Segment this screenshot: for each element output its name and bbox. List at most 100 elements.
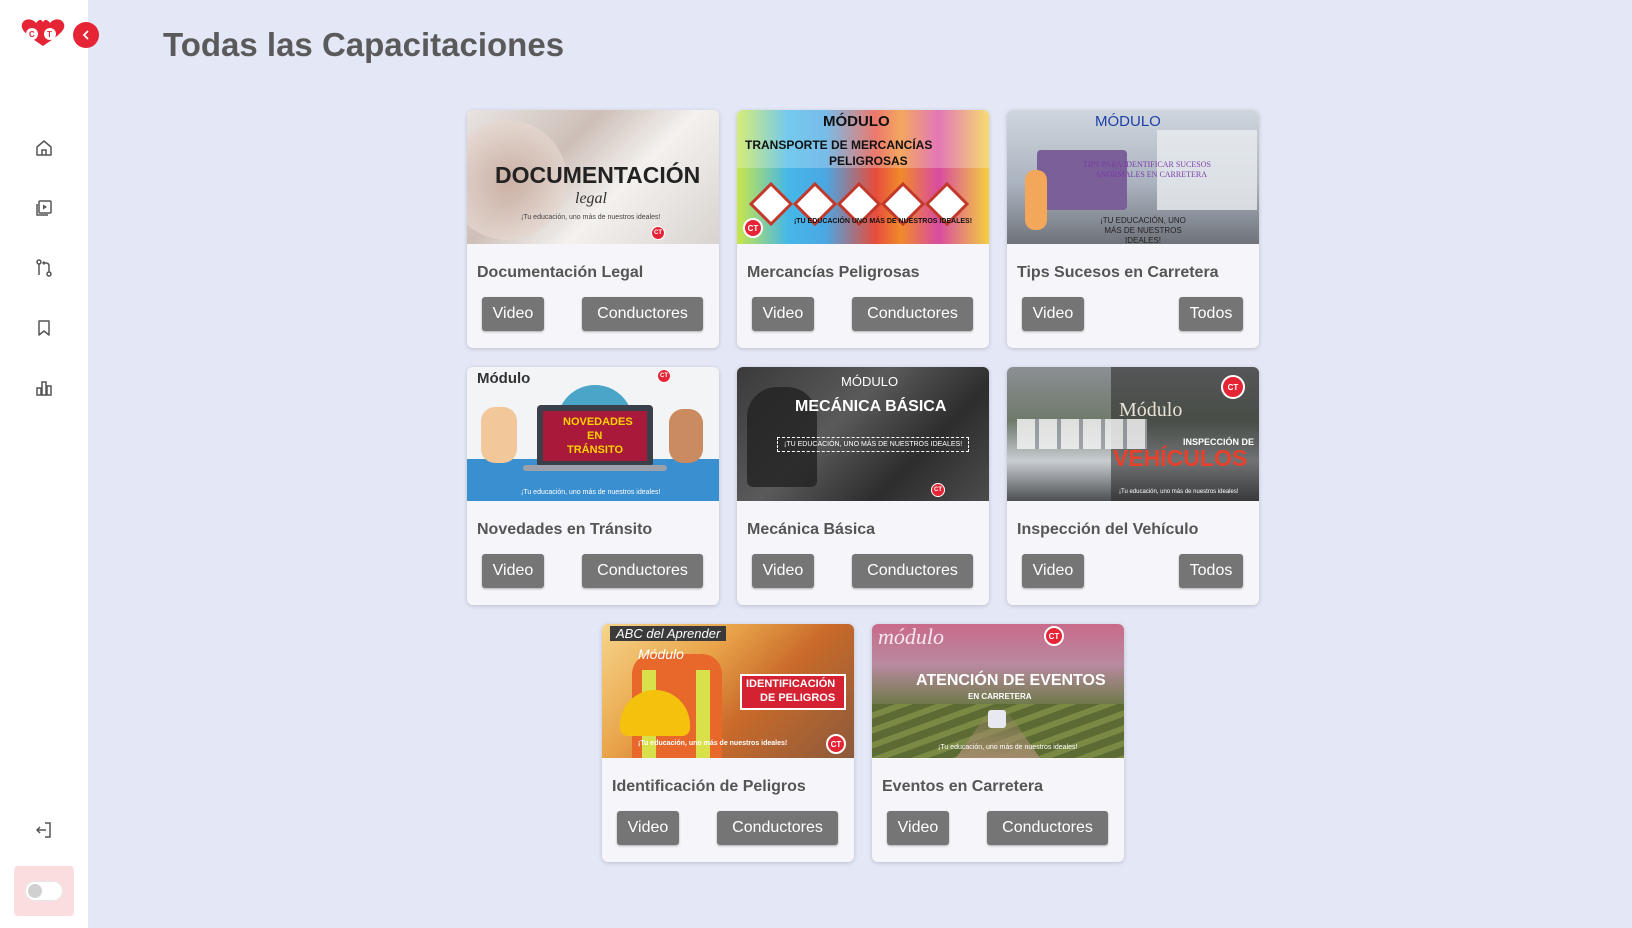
thumb-heading: Módulo — [477, 370, 531, 387]
git-compare-icon — [36, 259, 52, 277]
course-card[interactable]: módulo ATENCIÓN DE EVENTOS EN CARRETERA … — [872, 624, 1124, 862]
thumb-subheading: ANORMALES EN CARRETERA — [1095, 170, 1208, 179]
audience-button[interactable]: Conductores — [987, 811, 1108, 845]
ct-logo-icon: CT — [931, 483, 945, 497]
audience-button[interactable]: Conductores — [852, 554, 973, 588]
logout-button[interactable] — [34, 820, 54, 840]
card-title: Eventos en Carretera — [882, 778, 1043, 795]
thumb-subheading: TIPS PARA IDENTIFICAR SUCESOS — [1083, 160, 1211, 169]
thumb-subheading: legal — [575, 190, 607, 207]
thumb-subheading: ATENCIÓN DE EVENTOS — [916, 672, 1106, 689]
course-thumbnail[interactable]: DOCUMENTACIÓN legal ¡Tu educación, uno m… — [467, 110, 719, 244]
video-button[interactable]: Video — [1022, 297, 1084, 331]
card-title: Mecánica Básica — [747, 521, 876, 538]
thumb-heading: Módulo — [1119, 399, 1183, 421]
video-library-icon — [36, 200, 52, 216]
thumb-footer: ¡TU EDUCACIÓN UNO MÁS DE NUESTROS IDEALE… — [793, 218, 973, 225]
svg-text:C: C — [29, 30, 35, 39]
logout-icon — [35, 822, 51, 838]
thumb-subheading: VEHÍCULOS — [1113, 445, 1248, 471]
thumb-subheading: MECÁNICA BÁSICA — [795, 398, 947, 415]
thumb-subheading: Módulo — [638, 646, 684, 662]
video-button[interactable]: Video — [752, 297, 814, 331]
course-card[interactable]: MÓDULO TIPS PARA IDENTIFICAR SUCESOS ANO… — [1007, 110, 1259, 348]
ct-logo-icon: CT — [651, 226, 665, 240]
video-button[interactable]: Video — [482, 554, 544, 588]
course-thumbnail[interactable]: Módulo INSPECCIÓN DE VEHÍCULOS ¡Tu educa… — [1007, 367, 1259, 501]
thumb-subheading: TRÁNSITO — [567, 444, 624, 456]
card-title: Documentación Legal — [477, 264, 644, 281]
thumb-footer: ¡Tu educación, uno más de nuestros ideal… — [521, 489, 661, 496]
thumb-heading: MÓDULO — [1095, 113, 1161, 130]
sidebar-item-saved[interactable] — [0, 298, 88, 358]
bar-chart-icon — [36, 381, 52, 396]
audience-button[interactable]: Conductores — [717, 811, 838, 845]
audience-button[interactable]: Todos — [1179, 297, 1243, 331]
course-thumbnail[interactable]: módulo ATENCIÓN DE EVENTOS EN CARRETERA … — [872, 624, 1124, 758]
course-card[interactable]: ABC del Aprender Módulo IDENTIFICACIÓN D… — [602, 624, 854, 862]
sidebar-item-home[interactable] — [0, 118, 88, 178]
thumb-footer: ¡Tu educación, uno más de nuestros ideal… — [938, 744, 1078, 751]
course-card[interactable]: Módulo INSPECCIÓN DE VEHÍCULOS ¡Tu educa… — [1007, 367, 1259, 605]
audience-button[interactable]: Conductores — [582, 554, 703, 588]
thumb-heading: módulo — [878, 624, 944, 649]
page-title: Todas las Capacitaciones — [163, 26, 565, 63]
course-card[interactable]: DOCUMENTACIÓN legal ¡Tu educación, uno m… — [467, 110, 719, 348]
collapse-sidebar-button[interactable] — [73, 22, 99, 48]
ct-logo-icon: CT — [1221, 375, 1245, 399]
thumb-heading: MÓDULO — [823, 113, 890, 130]
thumb-heading: MÓDULO — [841, 374, 899, 389]
course-card[interactable]: MÓDULO MECÁNICA BÁSICA ¡TU EDUCACIÓN, UN… — [737, 367, 989, 605]
audience-button[interactable]: Conductores — [852, 297, 973, 331]
ct-logo-icon: CT — [657, 369, 671, 383]
course-thumbnail[interactable]: MÓDULO TIPS PARA IDENTIFICAR SUCESOS ANO… — [1007, 110, 1259, 244]
sidebar-item-routes[interactable] — [0, 238, 88, 298]
ct-logo-icon: CT — [826, 734, 846, 754]
theme-toggle[interactable] — [25, 881, 63, 901]
course-card[interactable]: MÓDULO TRANSPORTE DE MERCANCÍAS PELIGROS… — [737, 110, 989, 348]
video-button[interactable]: Video — [887, 811, 949, 845]
course-thumbnail[interactable]: ABC del Aprender Módulo IDENTIFICACIÓN D… — [602, 624, 854, 758]
thumb-footer: ¡Tu educación, uno más de nuestros ideal… — [521, 214, 661, 221]
toggle-knob — [28, 884, 42, 898]
video-button[interactable]: Video — [1022, 554, 1084, 588]
home-icon — [36, 140, 52, 156]
thumb-heading: ABC del Aprender — [610, 626, 727, 641]
sidebar-item-stats[interactable] — [0, 358, 88, 418]
brand-logo[interactable]: C T — [18, 18, 68, 48]
course-thumbnail[interactable]: MÓDULO TRANSPORTE DE MERCANCÍAS PELIGROS… — [737, 110, 989, 244]
card-title: Novedades en Tránsito — [477, 521, 653, 538]
thumb-footer: ¡Tu educación, uno más de nuestros ideal… — [638, 740, 788, 747]
thumb-footer: ¡TU EDUCACIÓN, UNO MÁS DE NUESTROS IDEAL… — [1100, 216, 1186, 244]
audience-button[interactable]: Conductores — [582, 297, 703, 331]
thumb-footer: ¡Tu educación, uno más de nuestros ideal… — [1119, 489, 1239, 495]
audience-button[interactable]: Todos — [1179, 554, 1243, 588]
thumb-subheading: PELIGROSAS — [829, 154, 908, 168]
thumb-subheading: NOVEDADES — [563, 416, 633, 428]
card-title: Identificación de Peligros — [612, 778, 806, 795]
card-title: Tips Sucesos en Carretera — [1017, 264, 1219, 281]
card-title: Inspección del Vehículo — [1017, 521, 1199, 538]
ct-logo-icon: CT — [1044, 626, 1064, 646]
video-button[interactable]: Video — [617, 811, 679, 845]
video-button[interactable]: Video — [482, 297, 544, 331]
course-thumbnail[interactable]: MÓDULO MECÁNICA BÁSICA ¡TU EDUCACIÓN, UN… — [737, 367, 989, 501]
svg-text:T: T — [47, 30, 52, 39]
thumb-heading: DOCUMENTACIÓN — [495, 162, 701, 188]
card-title: Mercancías Peligrosas — [747, 264, 920, 281]
theme-toggle-container — [14, 866, 74, 916]
thumb-subheading: TRANSPORTE DE MERCANCÍAS — [745, 138, 933, 152]
chevron-left-icon — [82, 30, 89, 40]
bookmark-icon — [38, 320, 50, 336]
course-thumbnail[interactable]: Módulo NOVEDADES EN TRÁNSITO ¡Tu educaci… — [467, 367, 719, 501]
sidebar: C T — [0, 0, 99, 928]
thumb-subheading: EN — [587, 430, 603, 442]
thumb-subheading: DE PELIGROS — [760, 692, 836, 704]
ct-logo-icon: CT — [743, 218, 763, 238]
sidebar-item-videos[interactable] — [0, 178, 88, 238]
video-button[interactable]: Video — [752, 554, 814, 588]
thumb-footer: ¡TU EDUCACIÓN, UNO MÁS DE NUESTROS IDEAL… — [777, 437, 970, 452]
sidebar-nav — [0, 118, 88, 418]
course-card[interactable]: Módulo NOVEDADES EN TRÁNSITO ¡Tu educaci… — [467, 367, 719, 605]
thumb-subheading: IDENTIFICACIÓN — [746, 678, 836, 690]
